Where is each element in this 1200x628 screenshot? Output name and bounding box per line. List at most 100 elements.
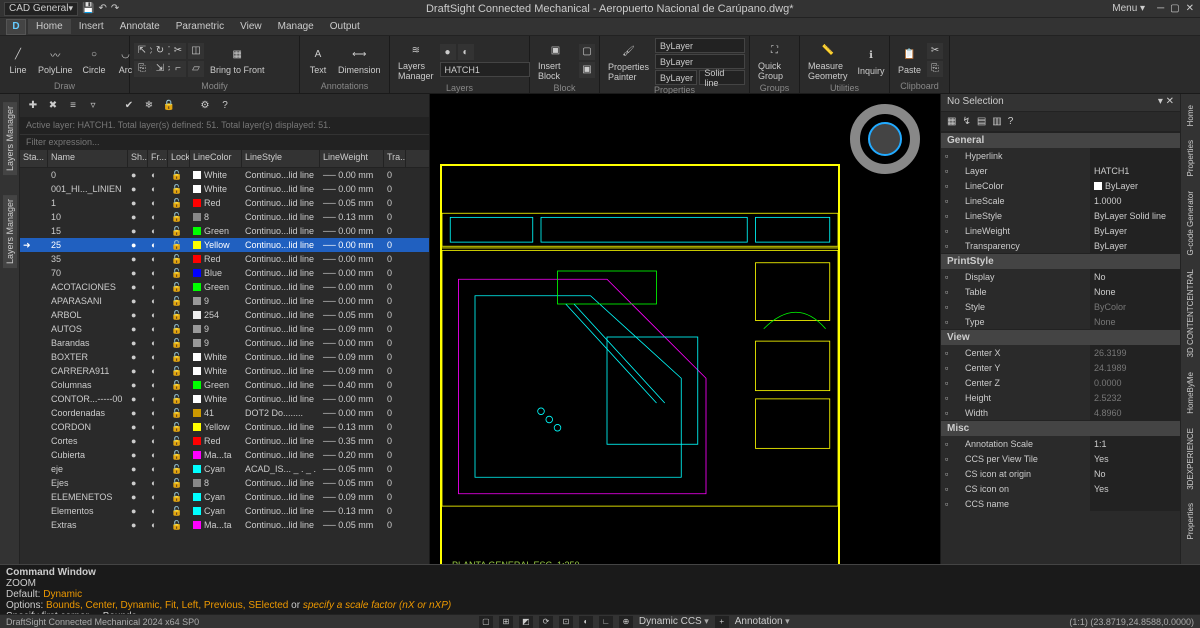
layer-row[interactable]: Cortes●◐🔓RedContinuo...lid line── 0.35 m…	[20, 434, 429, 448]
property-row[interactable]: ▫LayerHATCH1	[941, 163, 1180, 178]
layer-row[interactable]: 10●◐🔓8Continuo...lid line── 0.13 mm0	[20, 210, 429, 224]
layer-column-header[interactable]: LineColor	[190, 150, 242, 167]
layers-manager-button[interactable]: ≋Layers Manager	[394, 38, 438, 83]
layer-column-header[interactable]: Tra...	[384, 150, 406, 167]
modify-tool-icon[interactable]: ⎘	[134, 61, 150, 77]
modify-tool-icon[interactable]: ⇲	[152, 61, 168, 77]
layer-row[interactable]: ARBOL●◐🔓254Continuo...lid line── 0.05 mm…	[20, 308, 429, 322]
property-section-header[interactable]: View	[941, 329, 1180, 345]
side-tab[interactable]: HomeByMe	[1185, 369, 1196, 417]
help-icon[interactable]: ?	[1008, 116, 1014, 127]
quick-group-button[interactable]: ⛶Quick Group	[754, 38, 795, 83]
layer-dropdown[interactable]: HATCH1	[440, 62, 530, 77]
layer-row[interactable]: 70●◐🔓BlueContinuo...lid line── 0.00 mm0	[20, 266, 429, 280]
property-row[interactable]: ▫StyleByColor	[941, 299, 1180, 314]
layer-state-icon[interactable]: ◐	[458, 44, 474, 60]
layer-row[interactable]: 0●◐🔓WhiteContinuo...lid line── 0.00 mm0	[20, 168, 429, 182]
property-row[interactable]: ▫CS icon at originNo	[941, 466, 1180, 481]
annotation-dropdown[interactable]: Annotation ▾	[735, 616, 790, 627]
command-window[interactable]: Command Window ZOOM Default: Dynamic Opt…	[0, 564, 1200, 614]
utility-button[interactable]: ℹInquiry	[854, 43, 889, 78]
modify-tool-icon[interactable]: ⌐	[170, 61, 186, 77]
paste-button[interactable]: 📋Paste	[894, 42, 925, 77]
layer-row[interactable]: Columnas●◐🔓GreenContinuo...lid line── 0.…	[20, 378, 429, 392]
select-similar-icon[interactable]: ↯	[962, 116, 970, 127]
qat-undo-icon[interactable]: ↶	[98, 3, 106, 14]
property-row[interactable]: ▫TypeNone	[941, 314, 1180, 329]
pick-icon[interactable]: ▥	[992, 116, 1001, 127]
property-row[interactable]: ▫CS icon onYes	[941, 481, 1180, 496]
insert-block-button[interactable]: ▣Insert Block	[534, 38, 577, 83]
layer-column-header[interactable]: Lock	[168, 150, 190, 167]
property-row[interactable]: ▫Annotation Scale1:1	[941, 436, 1180, 451]
layer-row[interactable]: Elementos●◐🔓CyanContinuo...lid line── 0.…	[20, 504, 429, 518]
line-button[interactable]: ╱Line	[4, 42, 32, 77]
close-button[interactable]: ✕	[1186, 3, 1194, 14]
dimension-button[interactable]: ⟷Dimension	[334, 42, 385, 77]
status-toggle-icon[interactable]: ⊞	[499, 616, 513, 628]
ccs-dropdown[interactable]: Dynamic CCS ▾	[639, 616, 709, 627]
linestyle-dropdown[interactable]: ByLayer	[655, 70, 697, 85]
property-row[interactable]: ▫Width4.8960	[941, 405, 1180, 420]
modify-tool-icon[interactable]: ◫	[188, 43, 204, 59]
view-navigator[interactable]	[850, 104, 930, 184]
side-tab[interactable]: Properties	[1185, 137, 1196, 179]
ribbon-tab[interactable]: Manage	[270, 19, 322, 34]
status-toggle-icon[interactable]: ∟	[599, 616, 613, 628]
modify-tool-icon[interactable]: ⇱	[134, 43, 150, 59]
property-row[interactable]: ▫CCS per View TileYes	[941, 451, 1180, 466]
layer-row[interactable]: Barandas●◐🔓9Continuo...lid line── 0.00 m…	[20, 336, 429, 350]
status-toggle-icon[interactable]: ⊕	[619, 616, 633, 628]
layer-column-header[interactable]: Sta...	[20, 150, 48, 167]
status-toggle-icon[interactable]: ◩	[519, 616, 533, 628]
copy-icon[interactable]: ⎘	[927, 61, 943, 77]
ribbon-tab[interactable]: Annotate	[112, 19, 168, 34]
ribbon-tab[interactable]: Insert	[71, 19, 112, 34]
layer-states-icon[interactable]: ≡	[66, 99, 80, 113]
layer-lock-icon[interactable]: 🔒	[162, 99, 176, 113]
layer-state-icon[interactable]: ●	[440, 44, 456, 60]
text-button[interactable]: AText	[304, 42, 332, 77]
layer-row[interactable]: CARRERA911●◐🔓WhiteContinuo...lid line── …	[20, 364, 429, 378]
block-tool-icon[interactable]: ▣	[579, 62, 595, 78]
property-section-header[interactable]: PrintStyle	[941, 253, 1180, 269]
property-section-header[interactable]: Misc	[941, 420, 1180, 436]
property-row[interactable]: ▫LineScale1.0000	[941, 193, 1180, 208]
layer-column-header[interactable]: Name	[48, 150, 128, 167]
polyline-button[interactable]: 〰PolyLine	[34, 42, 77, 77]
layer-column-header[interactable]: LineStyle	[242, 150, 320, 167]
workspace-dropdown[interactable]: CAD General ▾	[4, 2, 78, 16]
property-row[interactable]: ▫LineColorByLayer	[941, 178, 1180, 193]
property-row[interactable]: ▫TransparencyByLayer	[941, 238, 1180, 253]
layers-manager-tab[interactable]: Layers Manager	[3, 102, 17, 175]
status-plus-icon[interactable]: +	[715, 616, 729, 628]
layer-row[interactable]: BOXTER●◐🔓WhiteContinuo...lid line── 0.09…	[20, 350, 429, 364]
utility-button[interactable]: 📏Measure Geometry	[804, 38, 852, 83]
property-row[interactable]: ▫DisplayNo	[941, 269, 1180, 284]
property-row[interactable]: ▫Center Y24.1989	[941, 360, 1180, 375]
side-tab[interactable]: Properties	[1185, 500, 1196, 542]
layer-row[interactable]: Coordenadas●◐🔓41DOT2 Do........── 0.00 m…	[20, 406, 429, 420]
side-tab[interactable]: 3DEXPERIENCE	[1185, 425, 1196, 493]
layer-row[interactable]: eje●◐🔓CyanACAD_IS... _ . _ .── 0.05 mm0	[20, 462, 429, 476]
qat-save-icon[interactable]: 💾	[82, 3, 94, 14]
ribbon-tab[interactable]: Home	[28, 19, 71, 34]
property-section-header[interactable]: General	[941, 132, 1180, 148]
layer-row[interactable]: 15●◐🔓GreenContinuo...lid line── 0.00 mm0	[20, 224, 429, 238]
ribbon-tab[interactable]: Output	[322, 19, 368, 34]
layer-row[interactable]: ELEMENETOS●◐🔓CyanContinuo...lid line── 0…	[20, 490, 429, 504]
modify-tool-icon[interactable]: ↻	[152, 43, 168, 59]
layer-row[interactable]: AUTOS●◐🔓9Continuo...lid line── 0.09 mm0	[20, 322, 429, 336]
linecolor-dropdown[interactable]: ByLayer	[655, 38, 745, 53]
modify-tool-icon[interactable]: ▱	[188, 61, 204, 77]
layers-manager-tab[interactable]: Layers Manager	[3, 195, 17, 268]
status-toggle-icon[interactable]: ⟳	[539, 616, 553, 628]
layer-row[interactable]: 35●◐🔓RedContinuo...lid line── 0.00 mm0	[20, 252, 429, 266]
layer-row[interactable]: 001_HI..._LINIEN●◐🔓WhiteContinuo...lid l…	[20, 182, 429, 196]
modify-tool-icon[interactable]: ✂	[170, 43, 186, 59]
property-row[interactable]: ▫TableNone	[941, 284, 1180, 299]
drawing-viewport[interactable]: PLANTA GENERAL ESC. 1:250	[430, 94, 940, 596]
circle-button[interactable]: ○Circle	[79, 42, 110, 77]
app-logo-icon[interactable]: D	[6, 19, 26, 35]
layer-filter-input[interactable]: Filter expression...	[20, 134, 429, 150]
